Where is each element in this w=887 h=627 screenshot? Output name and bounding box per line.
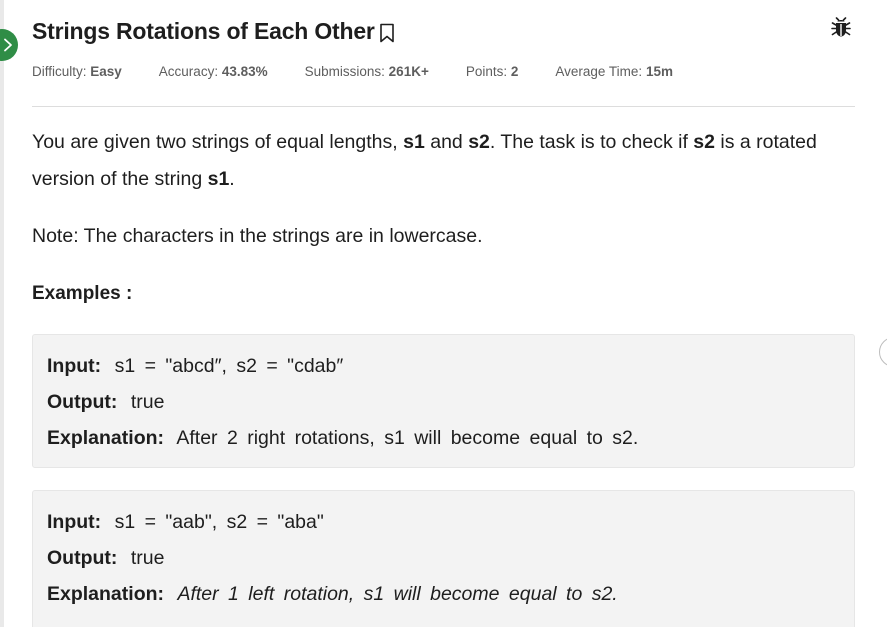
example-input: Input: s1 = "aab", s2 = "aba" xyxy=(47,511,324,533)
title-row: Strings Rotations of Each Other xyxy=(32,14,855,48)
problem-note: Note: The characters in the strings are … xyxy=(32,225,483,247)
example-input: Input: s1 = "abcd″, s2 = "cdab″ xyxy=(47,355,344,377)
example-block: Input: s1 = "abcd″, s2 = "cdab″ Output: … xyxy=(32,334,855,468)
problem-statement: You are given two strings of equal lengt… xyxy=(32,131,817,190)
meta-accuracy: Accuracy: 43.83% xyxy=(158,64,268,79)
meta-difficulty: Difficulty: Easy xyxy=(32,64,122,79)
example-output: Output: true xyxy=(47,547,165,569)
meta-average-time: Average Time: 15m xyxy=(555,64,673,79)
example-output: Output: true xyxy=(47,391,165,413)
chevron-right-icon xyxy=(4,38,12,52)
panel-resize-handle[interactable] xyxy=(879,337,887,367)
header-divider xyxy=(32,106,855,107)
example-explanation: Explanation: After 2 right rotations, s1… xyxy=(47,427,639,449)
bug-icon[interactable] xyxy=(831,17,851,44)
example-block: Input: s1 = "aab", s2 = "aba" Output: tr… xyxy=(32,490,855,627)
meta-points: Points: 2 xyxy=(465,64,519,79)
left-panel-edge xyxy=(0,0,4,627)
problem-meta: Difficulty: Easy Accuracy: 43.83% Submis… xyxy=(32,64,710,79)
bookmark-icon[interactable] xyxy=(379,23,395,43)
examples-heading: Examples : xyxy=(32,283,133,304)
collapse-panel-button[interactable] xyxy=(0,29,18,61)
example-explanation: Explanation: After 1 left rotation, s1 w… xyxy=(47,583,618,605)
problem-title: Strings Rotations of Each Other xyxy=(32,17,375,44)
meta-submissions: Submissions: 261K+ xyxy=(304,64,429,79)
